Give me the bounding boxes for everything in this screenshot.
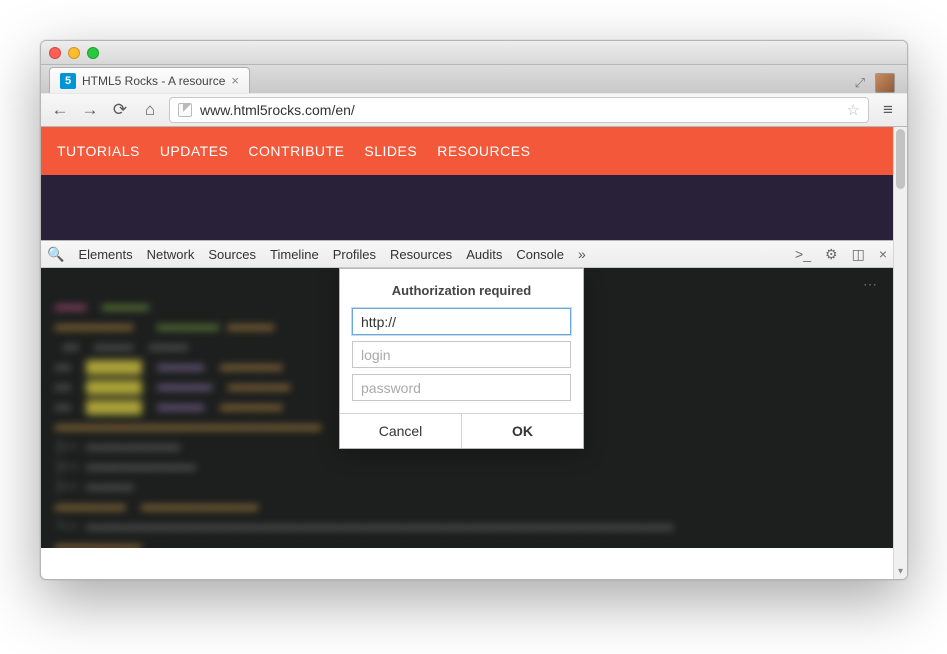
window-titlebar[interactable] <box>41 41 907 65</box>
nav-tutorials[interactable]: TUTORIALS <box>57 143 140 159</box>
dialog-address-input[interactable] <box>352 308 571 335</box>
devtools-tab-profiles[interactable]: Profiles <box>333 247 376 262</box>
hero-banner <box>41 175 893 240</box>
devtools-tabbar: 🔍 Elements Network Sources Timeline Prof… <box>41 240 893 268</box>
html5-favicon-icon: 5 <box>60 73 76 89</box>
address-bar[interactable]: www.html5rocks.com/en/ ☆ <box>169 97 869 123</box>
home-icon[interactable]: ⌂ <box>139 100 161 120</box>
close-devtools-icon[interactable]: × <box>879 246 887 262</box>
page-info-icon[interactable] <box>178 103 192 117</box>
console-drawer-icon[interactable]: >_ <box>795 246 811 262</box>
scrollbar-thumb[interactable] <box>896 129 905 189</box>
dialog-password-input[interactable] <box>352 374 571 401</box>
minimize-window-icon[interactable] <box>68 47 80 59</box>
console-panel: ▰▰▰▰ ▰▰▰▰▰▰ ▰▰▰▰▰▰▰▰▰▰ ▰▰▰▰▰▰▰▰ ▰▰▰▰▰▰ ▰… <box>41 268 893 548</box>
close-tab-icon[interactable]: × <box>231 74 239 87</box>
more-icon[interactable]: ⋯ <box>863 276 879 293</box>
search-icon[interactable]: 🔍 <box>47 246 64 263</box>
browser-tab[interactable]: 5 HTML5 Rocks - A resource × <box>49 67 250 93</box>
profile-avatar-icon[interactable] <box>875 73 895 93</box>
url-text: www.html5rocks.com/en/ <box>200 102 839 118</box>
back-icon[interactable]: ← <box>49 100 71 120</box>
dock-icon[interactable]: ◫ <box>852 246 865 263</box>
gear-icon[interactable]: ⚙ <box>825 246 838 263</box>
cancel-button[interactable]: Cancel <box>340 414 461 448</box>
fullscreen-icon[interactable]: ⤢ <box>855 75 865 91</box>
nav-contribute[interactable]: CONTRIBUTE <box>248 143 344 159</box>
console-sidebar: ⋯ <box>845 268 885 548</box>
content-area: TUTORIALS UPDATES CONTRIBUTE SLIDES RESO… <box>41 127 907 579</box>
tab-title: HTML5 Rocks - A resource <box>82 74 225 88</box>
tabstrip-right-controls: ⤢ <box>855 73 899 93</box>
devtools-tab-audits[interactable]: Audits <box>466 247 502 262</box>
chrome-menu-icon[interactable]: ≡ <box>877 100 899 120</box>
site-nav: TUTORIALS UPDATES CONTRIBUTE SLIDES RESO… <box>41 127 893 175</box>
zoom-window-icon[interactable] <box>87 47 99 59</box>
reload-icon[interactable]: ⟳ <box>109 100 131 120</box>
devtools-tab-console[interactable]: Console <box>516 247 564 262</box>
dialog-login-input[interactable] <box>352 341 571 368</box>
devtools-tab-network[interactable]: Network <box>147 247 195 262</box>
devtools-tab-elements[interactable]: Elements <box>78 247 132 262</box>
dialog-title: Authorization required <box>352 283 571 298</box>
auth-dialog: Authorization required Cancel OK <box>339 268 584 449</box>
nav-slides[interactable]: SLIDES <box>364 143 417 159</box>
close-window-icon[interactable] <box>49 47 61 59</box>
nav-updates[interactable]: UPDATES <box>160 143 229 159</box>
browser-toolbar: ← → ⟳ ⌂ www.html5rocks.com/en/ ☆ ≡ <box>41 93 907 127</box>
devtools-tab-sources[interactable]: Sources <box>208 247 256 262</box>
scroll-down-icon[interactable]: ▾ <box>894 566 907 577</box>
traffic-lights <box>49 47 99 59</box>
browser-window: 5 HTML5 Rocks - A resource × ⤢ ← → ⟳ ⌂ w… <box>40 40 908 580</box>
devtools-overflow-icon[interactable]: » <box>578 246 586 262</box>
devtools-tab-resources[interactable]: Resources <box>390 247 452 262</box>
bookmark-star-icon[interactable]: ☆ <box>847 101 860 119</box>
tab-strip: 5 HTML5 Rocks - A resource × ⤢ <box>41 65 907 93</box>
nav-resources[interactable]: RESOURCES <box>437 143 530 159</box>
devtools-tab-timeline[interactable]: Timeline <box>270 247 319 262</box>
forward-icon[interactable]: → <box>79 100 101 120</box>
ok-button[interactable]: OK <box>461 414 583 448</box>
vertical-scrollbar[interactable]: ▾ <box>893 127 907 579</box>
